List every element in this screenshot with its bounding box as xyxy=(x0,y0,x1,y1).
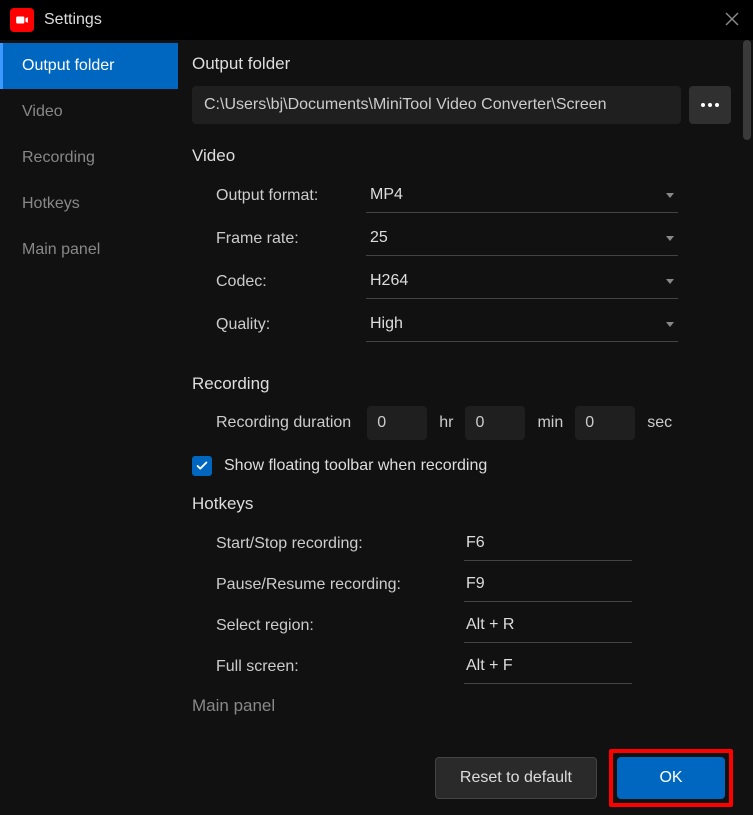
recording-duration-label: Recording duration xyxy=(216,414,351,432)
chevron-down-icon xyxy=(666,236,674,241)
floating-toolbar-checkbox[interactable] xyxy=(192,456,212,476)
section-output-folder: Output folder xyxy=(192,54,731,74)
output-format-value: MP4 xyxy=(370,186,403,204)
footer: Reset to default OK xyxy=(0,740,753,815)
output-format-label: Output format: xyxy=(216,187,366,205)
floating-toolbar-label: Show floating toolbar when recording xyxy=(224,457,487,475)
codec-label: Codec: xyxy=(216,273,366,291)
close-button[interactable] xyxy=(725,10,739,31)
hotkey-full-screen-row: Full screen: Alt + F xyxy=(192,649,731,684)
hotkey-start-stop-row: Start/Stop recording: F6 xyxy=(192,526,731,561)
content-panel: Output folder Video Output format: MP4 F… xyxy=(178,40,753,740)
chevron-down-icon xyxy=(666,322,674,327)
hotkey-select-region-field[interactable]: Alt + R xyxy=(464,608,632,643)
ok-highlight: OK xyxy=(609,749,733,807)
sidebar-item-hotkeys[interactable]: Hotkeys xyxy=(0,181,178,227)
hotkey-select-region-label: Select region: xyxy=(216,617,464,635)
section-hotkeys: Hotkeys xyxy=(192,494,731,514)
codec-select[interactable]: H264 xyxy=(366,264,678,299)
hotkey-pause-resume-label: Pause/Resume recording: xyxy=(216,576,464,594)
output-format-row: Output format: MP4 xyxy=(192,178,731,213)
quality-value: High xyxy=(370,315,403,333)
browse-button[interactable] xyxy=(689,86,731,124)
ok-button-label: OK xyxy=(659,769,682,787)
output-format-select[interactable]: MP4 xyxy=(366,178,678,213)
chevron-down-icon xyxy=(666,279,674,284)
camera-icon xyxy=(15,13,29,27)
min-unit: min xyxy=(537,414,563,432)
duration-hr-input[interactable] xyxy=(367,406,427,440)
reset-button[interactable]: Reset to default xyxy=(435,757,597,799)
check-icon xyxy=(195,459,209,473)
quality-label: Quality: xyxy=(216,316,366,334)
sidebar-item-label: Video xyxy=(22,103,63,121)
chevron-down-icon xyxy=(666,193,674,198)
duration-sec-input[interactable] xyxy=(575,406,635,440)
titlebar: Settings xyxy=(0,0,753,40)
ellipsis-icon xyxy=(701,103,719,107)
floating-toolbar-row: Show floating toolbar when recording xyxy=(192,456,731,476)
frame-rate-row: Frame rate: 25 xyxy=(192,221,731,256)
sec-unit: sec xyxy=(647,414,672,432)
hotkey-full-screen-label: Full screen: xyxy=(216,658,464,676)
quality-row: Quality: High xyxy=(192,307,731,342)
hotkey-start-stop-label: Start/Stop recording: xyxy=(216,535,464,553)
ok-button[interactable]: OK xyxy=(617,757,725,799)
frame-rate-value: 25 xyxy=(370,229,388,247)
codec-row: Codec: H264 xyxy=(192,264,731,299)
codec-value: H264 xyxy=(370,272,408,290)
sidebar-item-video[interactable]: Video xyxy=(0,89,178,135)
close-icon xyxy=(725,12,739,26)
window-title: Settings xyxy=(44,11,102,29)
sidebar-item-label: Recording xyxy=(22,149,95,167)
sidebar-item-main-panel[interactable]: Main panel xyxy=(0,227,178,273)
section-main-panel-partial: Main panel xyxy=(192,696,731,716)
scrollbar-thumb[interactable] xyxy=(743,40,751,140)
recording-duration-row: Recording duration hr min sec xyxy=(192,406,731,440)
body-area: Output folder Video Recording Hotkeys Ma… xyxy=(0,40,753,740)
hotkey-start-stop-field[interactable]: F6 xyxy=(464,526,632,561)
output-folder-input[interactable] xyxy=(192,86,681,124)
hotkey-select-region-row: Select region: Alt + R xyxy=(192,608,731,643)
hr-unit: hr xyxy=(439,414,453,432)
sidebar-item-recording[interactable]: Recording xyxy=(0,135,178,181)
hotkey-pause-resume-field[interactable]: F9 xyxy=(464,567,632,602)
app-icon xyxy=(10,8,34,32)
duration-min-input[interactable] xyxy=(465,406,525,440)
sidebar-item-label: Hotkeys xyxy=(22,195,80,213)
frame-rate-label: Frame rate: xyxy=(216,230,366,248)
reset-button-label: Reset to default xyxy=(460,769,572,787)
sidebar: Output folder Video Recording Hotkeys Ma… xyxy=(0,40,178,740)
hotkey-full-screen-field[interactable]: Alt + F xyxy=(464,649,632,684)
sidebar-item-label: Output folder xyxy=(22,57,115,75)
sidebar-item-label: Main panel xyxy=(22,241,100,259)
section-recording: Recording xyxy=(192,374,731,394)
section-video: Video xyxy=(192,146,731,166)
output-folder-row xyxy=(192,86,731,124)
hotkey-pause-resume-row: Pause/Resume recording: F9 xyxy=(192,567,731,602)
sidebar-item-output-folder[interactable]: Output folder xyxy=(0,43,178,89)
quality-select[interactable]: High xyxy=(366,307,678,342)
frame-rate-select[interactable]: 25 xyxy=(366,221,678,256)
